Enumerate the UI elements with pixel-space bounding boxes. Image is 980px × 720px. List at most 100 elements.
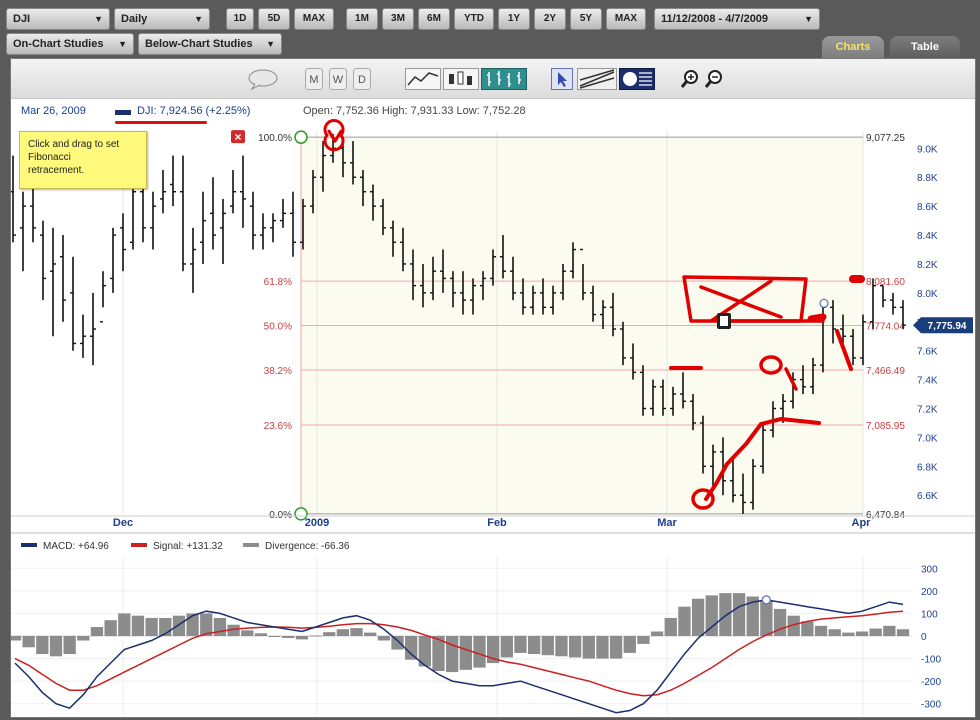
- fib-level-pct: 100.0%: [258, 133, 292, 144]
- symbol-value: DJI: [13, 13, 31, 25]
- macd-y-tick-label: 300: [921, 564, 938, 575]
- divergence-bar: [22, 636, 35, 648]
- divergence-bar: [732, 593, 746, 636]
- interval-select[interactable]: Daily ▼: [114, 8, 210, 30]
- y-axis-tick-label: 8.0K: [917, 289, 938, 300]
- divergence-bar: [760, 601, 773, 636]
- on-chart-studies-select[interactable]: On-Chart Studies ▼: [6, 33, 134, 55]
- fib-anchor-handle: [294, 130, 308, 144]
- period-2y-button[interactable]: 2Y: [534, 8, 566, 30]
- ohlc-bar: [200, 191, 206, 264]
- ohlc-bar: [880, 284, 886, 308]
- divergence-bar: [473, 636, 486, 668]
- divergence-bar: [650, 631, 664, 636]
- y-axis-tick-label: 8.4K: [917, 231, 938, 242]
- divergence-bar: [623, 636, 636, 653]
- divergence-bar: [773, 608, 787, 636]
- fib-level-value: 8,081.60: [866, 277, 905, 288]
- period-max-button[interactable]: MAX: [606, 8, 646, 30]
- chart-canvas[interactable]: 100.0% 9,077.25 61.8% 8,081.60 50.0% 7,774.04…: [11, 59, 975, 719]
- period-5y-button[interactable]: 5Y: [570, 8, 602, 30]
- divergence-bar: [323, 632, 336, 636]
- divergence-bar: [896, 629, 910, 636]
- chart-panel: M W D Mar 26, 2009 DJI: 7,924.56 (+2.25%…: [10, 58, 976, 718]
- divergence-bar: [309, 635, 322, 637]
- divergence-bar: [254, 633, 268, 636]
- below-chart-studies-label: Below-Chart Studies: [145, 38, 253, 50]
- macd-y-tick-label: -100: [921, 655, 941, 666]
- divergence-bar: [664, 617, 677, 636]
- interval-value: Daily: [121, 13, 148, 25]
- symbol-select[interactable]: DJI ▼: [6, 8, 110, 30]
- divergence-bar: [295, 636, 309, 640]
- divergence-bar: [855, 631, 869, 636]
- fib-level-value: 7,774.04: [866, 322, 905, 333]
- ohlc-bar: [100, 271, 106, 323]
- macd-y-tick-label: 100: [921, 609, 938, 620]
- macd-legend-swatch: [21, 543, 37, 547]
- ohlc-bar: [280, 198, 286, 228]
- ohlc-bar: [80, 314, 86, 358]
- divergence-bar: [268, 636, 281, 637]
- x-axis-label: 2009: [305, 517, 329, 529]
- ohlc-bar: [11, 155, 16, 243]
- period-1m-button[interactable]: 1M: [346, 8, 378, 30]
- period-3m-button[interactable]: 3M: [382, 8, 414, 30]
- period-ytd-button[interactable]: YTD: [454, 8, 494, 30]
- divergence-legend-label: Divergence: -66.36: [265, 541, 350, 552]
- divergence-bar: [514, 636, 527, 653]
- ohlc-bar: [260, 213, 266, 250]
- divergence-bar: [90, 626, 104, 636]
- y-axis-tick-label: 6.6K: [917, 491, 938, 502]
- y-axis-tick-label: 8.6K: [917, 202, 938, 213]
- ohlc-bar: [150, 191, 156, 250]
- ohlc-bar: [240, 155, 246, 228]
- divergence-bar: [446, 636, 459, 673]
- y-axis-tick-label: 8.8K: [917, 173, 938, 184]
- date-range-value: 11/12/2008 - 4/7/2009: [661, 13, 769, 25]
- divergence-bar: [814, 625, 828, 636]
- close-icon: ×: [234, 130, 241, 144]
- divergence-bar: [350, 628, 363, 636]
- range-max-button[interactable]: MAX: [294, 8, 334, 30]
- divergence-bar: [459, 636, 472, 670]
- fib-level-value: 9,077.25: [866, 133, 905, 144]
- divergence-bar: [77, 636, 90, 641]
- divergence-bar: [568, 636, 582, 658]
- divergence-bar: [282, 636, 295, 639]
- period-1y-button[interactable]: 1Y: [498, 8, 530, 30]
- divergence-bar: [405, 636, 418, 660]
- tooltip-line: retracement.: [28, 165, 85, 176]
- period-6m-button[interactable]: 6M: [418, 8, 450, 30]
- tab-charts[interactable]: Charts: [822, 36, 884, 58]
- divergence-bar: [637, 636, 650, 644]
- hand-cursor-inner: [720, 316, 728, 326]
- divergence-bar: [883, 625, 896, 636]
- tab-table[interactable]: Table: [890, 36, 960, 58]
- divergence-bar: [609, 636, 623, 659]
- ohlc-bar: [90, 292, 96, 366]
- fib-level-value: 7,466.49: [866, 366, 905, 377]
- range-5d-button[interactable]: 5D: [258, 8, 290, 30]
- range-1d-button[interactable]: 1D: [226, 8, 254, 30]
- ohlc-bar: [890, 292, 896, 315]
- fib-level-pct: 0.0%: [269, 510, 292, 521]
- ohlc-bar: [170, 155, 176, 207]
- date-range-select[interactable]: 11/12/2008 - 4/7/2009 ▼: [654, 8, 820, 30]
- annotation-dot-50: [807, 313, 827, 323]
- x-axis-label: Mar: [657, 517, 677, 529]
- current-price-label: 7,775.94: [928, 321, 967, 332]
- divergence-bar: [719, 593, 732, 636]
- y-axis-tick-label: 7.2K: [917, 404, 938, 415]
- x-axis-label: Apr: [852, 517, 872, 529]
- y-axis-tick-label: 8.2K: [917, 260, 938, 271]
- divergence-bar: [842, 632, 855, 636]
- below-chart-studies-select[interactable]: Below-Chart Studies ▼: [138, 33, 282, 55]
- macd-legend-label: MACD: +64.96: [43, 541, 109, 552]
- divergence-bar: [691, 598, 705, 636]
- y-axis-tick-label: 7.0K: [917, 433, 938, 444]
- app-window: DJI ▼ Daily ▼ 1D 5D MAX 1M 3M 6M YTD 1Y 2Y…: [0, 0, 980, 720]
- divergence-bar: [336, 629, 350, 636]
- y-axis-tick-label: 9.0K: [917, 144, 938, 155]
- macd-y-tick-label: 0: [921, 632, 927, 643]
